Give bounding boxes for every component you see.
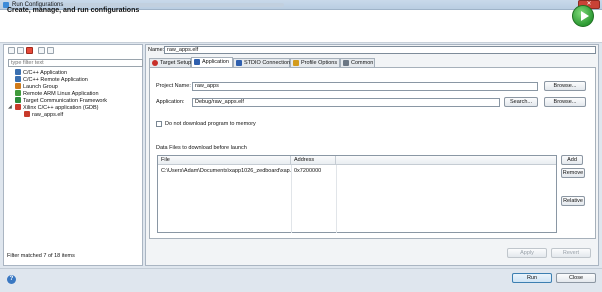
- tab-target-setup[interactable]: Target Setup: [149, 58, 191, 67]
- target-icon: [152, 60, 158, 66]
- data-files-table[interactable]: File Address C:\Users\Adam\Documents\xap…: [157, 155, 557, 233]
- common-icon: [343, 60, 349, 66]
- column-header-file[interactable]: File: [158, 156, 291, 165]
- apply-button[interactable]: Apply: [507, 248, 547, 258]
- tree-item-label: raw_apps.elf: [32, 112, 64, 118]
- column-divider: [291, 165, 292, 233]
- tab-label: Profile Options: [301, 60, 338, 66]
- relative-button[interactable]: Relative: [561, 196, 585, 206]
- elf-config-icon: [24, 111, 30, 117]
- column-divider: [336, 165, 337, 233]
- tree-item-launch-group[interactable]: Launch Group: [15, 83, 58, 90]
- do-not-download-checkbox[interactable]: [156, 121, 162, 127]
- tab-label: Target Setup: [160, 60, 192, 66]
- new-config-icon[interactable]: [8, 47, 15, 54]
- data-files-label: Data Files to download before launch: [156, 145, 247, 151]
- dialog-header-title: Create, manage, and run configurations: [7, 7, 140, 14]
- duplicate-icon[interactable]: [17, 47, 24, 54]
- name-label: Name:: [148, 47, 165, 53]
- project-name-input[interactable]: raw_apps: [192, 82, 538, 91]
- add-file-button[interactable]: Add: [561, 155, 583, 165]
- tab-label: Application: [202, 59, 229, 65]
- application-input[interactable]: Debug/raw_apps.elf: [192, 98, 500, 107]
- table-cell-file[interactable]: C:\Users\Adam\Documents\xapp1026_zedboar…: [158, 167, 291, 175]
- filter-status-text: Filter matched 7 of 18 items: [7, 253, 75, 259]
- browse-application-button[interactable]: Browse...: [544, 97, 586, 107]
- tab-profile-options[interactable]: Profile Options: [290, 58, 340, 67]
- tree-item-remote-arm-linux[interactable]: Remote ARM Linux Application: [15, 90, 99, 97]
- delete-icon[interactable]: [26, 47, 33, 54]
- profile-icon: [293, 60, 299, 66]
- tab-common[interactable]: Common: [340, 58, 375, 67]
- tcf-icon: [15, 97, 21, 103]
- search-application-button[interactable]: Search...: [504, 97, 538, 107]
- tab-stdio-connection[interactable]: STDIO Connection: [233, 58, 290, 67]
- do-not-download-label: Do not download program to memory: [165, 121, 256, 127]
- tree-item-raw-apps-elf[interactable]: raw_apps.elf: [24, 111, 63, 118]
- tree-item-c-application[interactable]: C/C++ Application: [15, 69, 67, 76]
- tree-item-xilinx-gdb[interactable]: Xilinx C/C++ application (GDB): [15, 104, 99, 111]
- tree-item-c-remote-application[interactable]: C/C++ Remote Application: [15, 76, 88, 83]
- filter-icon[interactable]: [47, 47, 54, 54]
- help-icon[interactable]: ?: [7, 275, 16, 284]
- remove-file-button[interactable]: Remove: [561, 168, 585, 178]
- table-cell-address[interactable]: 0x7200000: [291, 167, 336, 175]
- filter-input[interactable]: [8, 59, 143, 67]
- c-remote-icon: [15, 76, 21, 82]
- play-triangle-icon: [581, 11, 589, 21]
- application-icon: [194, 59, 200, 65]
- run-button[interactable]: Run: [512, 273, 552, 283]
- tab-label: Common: [351, 60, 374, 66]
- tab-application[interactable]: Application: [191, 57, 233, 67]
- collapse-all-icon[interactable]: [38, 47, 45, 54]
- config-name-input[interactable]: raw_apps.elf: [164, 46, 596, 54]
- stdio-icon: [236, 60, 242, 66]
- tree-item-target-communication-framework[interactable]: Target Communication Framework: [15, 97, 107, 104]
- expand-twisty-icon[interactable]: ◢: [8, 104, 12, 111]
- column-header-address[interactable]: Address: [291, 156, 336, 165]
- application-label: Application:: [156, 99, 185, 105]
- launch-group-icon: [15, 83, 21, 89]
- close-button[interactable]: Close: [556, 273, 596, 283]
- project-name-label: Project Name:: [156, 83, 191, 89]
- c-app-icon: [15, 69, 21, 75]
- revert-button[interactable]: Revert: [551, 248, 591, 258]
- arm-linux-icon: [15, 90, 21, 96]
- configuration-tree-panel: C/C++ Application C/C++ Remote Applicati…: [3, 44, 143, 266]
- column-header-empty: [336, 156, 556, 165]
- browse-project-button[interactable]: Browse...: [544, 81, 586, 91]
- tab-label: STDIO Connection: [244, 60, 291, 66]
- xilinx-icon: [15, 104, 21, 110]
